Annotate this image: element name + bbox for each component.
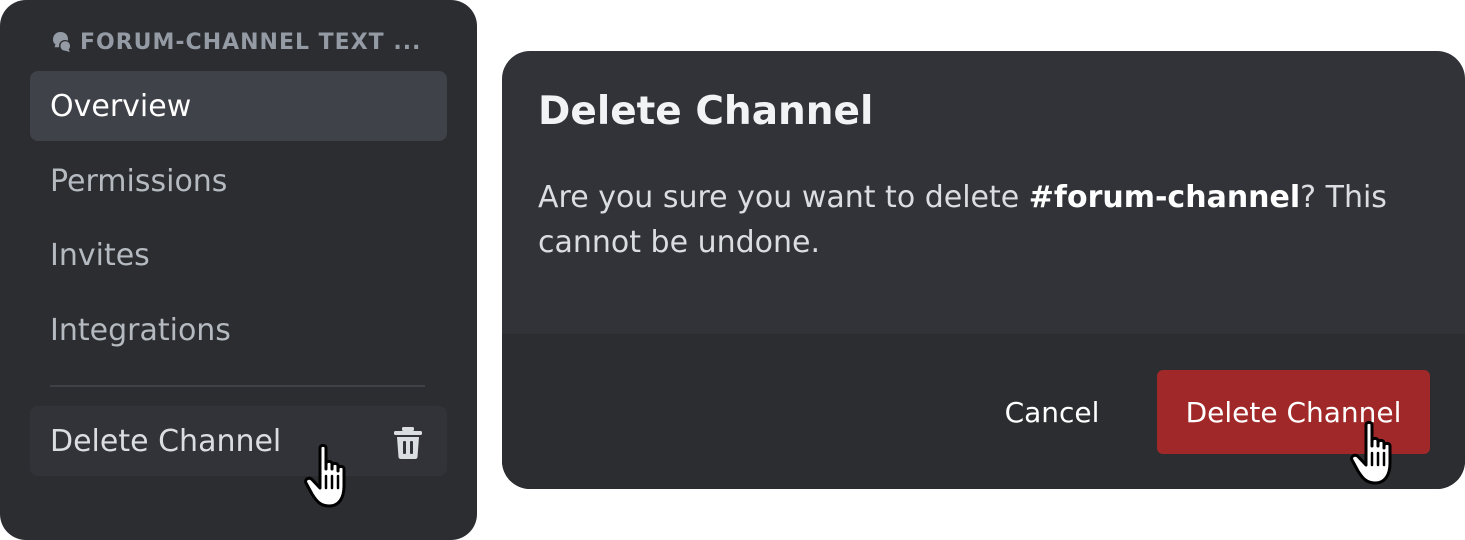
dialog-footer: Cancel Delete Channel bbox=[502, 334, 1465, 489]
delete-channel-button[interactable]: Delete Channel bbox=[1157, 370, 1430, 454]
sidebar-header-label: FORUM-CHANNEL TEXT ... bbox=[80, 29, 422, 55]
forum-icon bbox=[50, 30, 74, 54]
message-prefix: Are you sure you want to delete bbox=[538, 180, 1029, 215]
dialog-title: Delete Channel bbox=[538, 89, 874, 134]
sidebar-item-invites[interactable]: Invites bbox=[30, 220, 447, 290]
sidebar-item-permissions[interactable]: Permissions bbox=[30, 146, 447, 216]
channel-settings-sidebar: FORUM-CHANNEL TEXT ... Overview Permissi… bbox=[0, 0, 477, 540]
sidebar-item-delete-channel[interactable]: Delete Channel bbox=[30, 406, 447, 476]
sidebar-item-label: Delete Channel bbox=[50, 423, 282, 459]
sidebar-divider bbox=[50, 385, 425, 387]
screen: FORUM-CHANNEL TEXT ... Overview Permissi… bbox=[0, 0, 1465, 540]
cancel-button[interactable]: Cancel bbox=[986, 370, 1118, 454]
delete-channel-dialog: Delete Channel Are you sure you want to … bbox=[502, 51, 1465, 489]
dialog-message: Are you sure you want to delete #forum-c… bbox=[538, 175, 1418, 265]
trash-icon bbox=[393, 426, 423, 460]
sidebar-item-integrations[interactable]: Integrations bbox=[30, 295, 447, 365]
channel-name: #forum-channel bbox=[1028, 180, 1301, 215]
sidebar-item-overview[interactable]: Overview bbox=[30, 71, 447, 141]
sidebar-header: FORUM-CHANNEL TEXT ... bbox=[50, 28, 421, 56]
